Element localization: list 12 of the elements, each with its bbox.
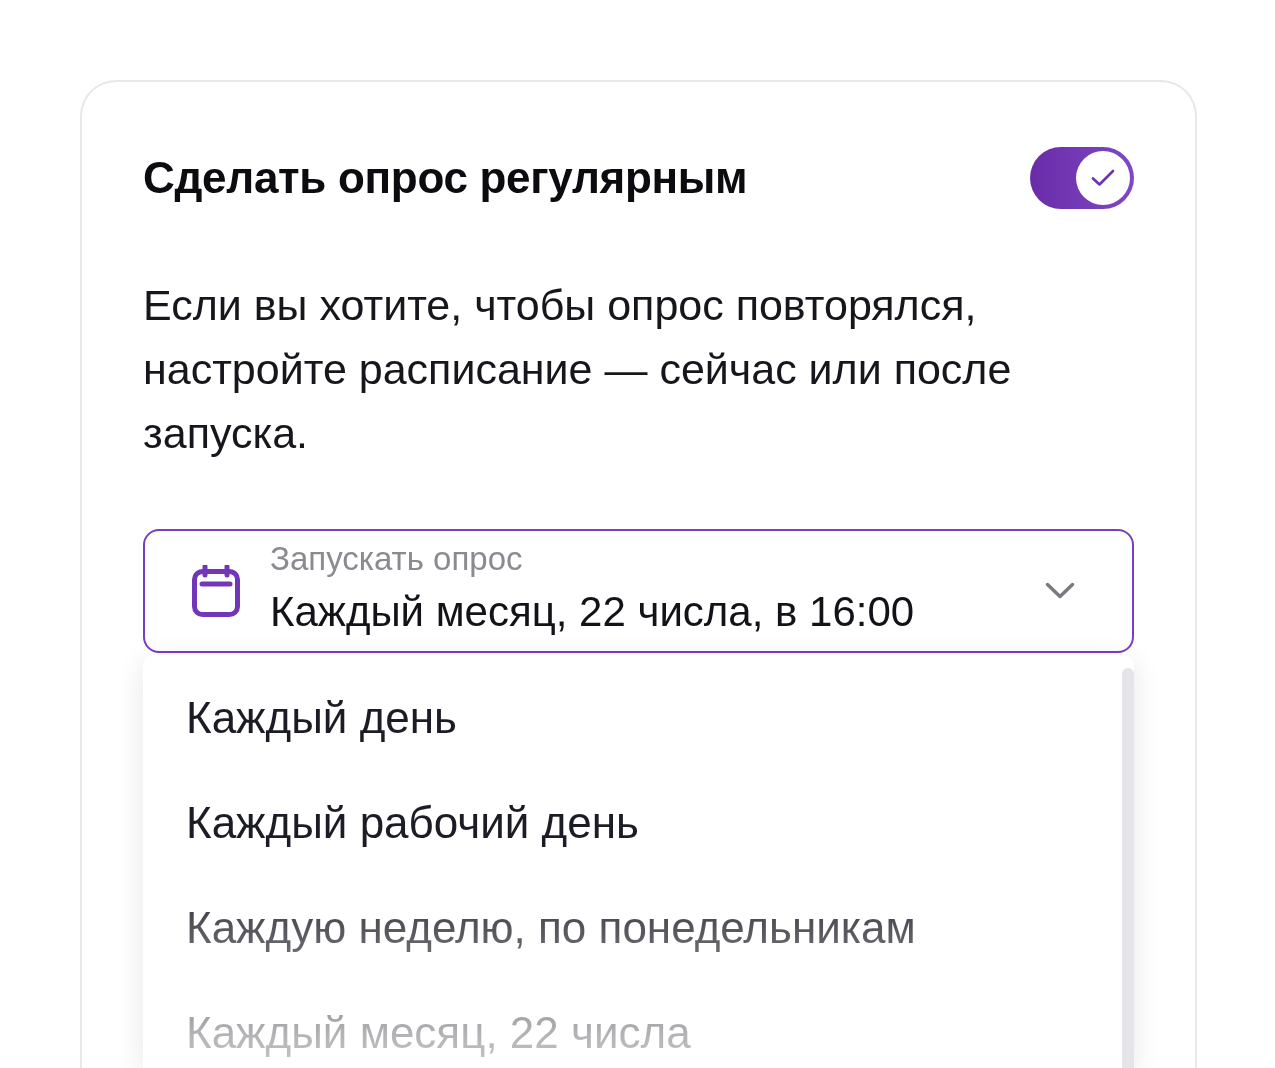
- dropdown-option[interactable]: Каждую неделю, по понедельникам: [143, 875, 1103, 980]
- schedule-select[interactable]: Запускать опрос Каждый месяц, 22 числа, в 16:00: [143, 529, 1134, 653]
- calendar-icon: [192, 565, 240, 617]
- scrollbar-thumb[interactable]: [1122, 668, 1134, 1068]
- description-text: Если вы хотите, чтобы опрос повторялся, настройте расписание — сейчас или после запуска.: [143, 280, 1013, 459]
- selected-value: Каждый месяц, 22 числа, в 16:00: [270, 587, 916, 637]
- check-icon: [1091, 169, 1115, 187]
- field-label: Запускать опрос: [270, 541, 524, 577]
- card-title: Сделать опрос регулярным: [143, 153, 748, 203]
- dropdown-option[interactable]: Каждый день: [143, 665, 1103, 770]
- dropdown-option[interactable]: Каждый рабочий день: [143, 770, 1103, 875]
- chevron-down-icon: [1045, 582, 1075, 600]
